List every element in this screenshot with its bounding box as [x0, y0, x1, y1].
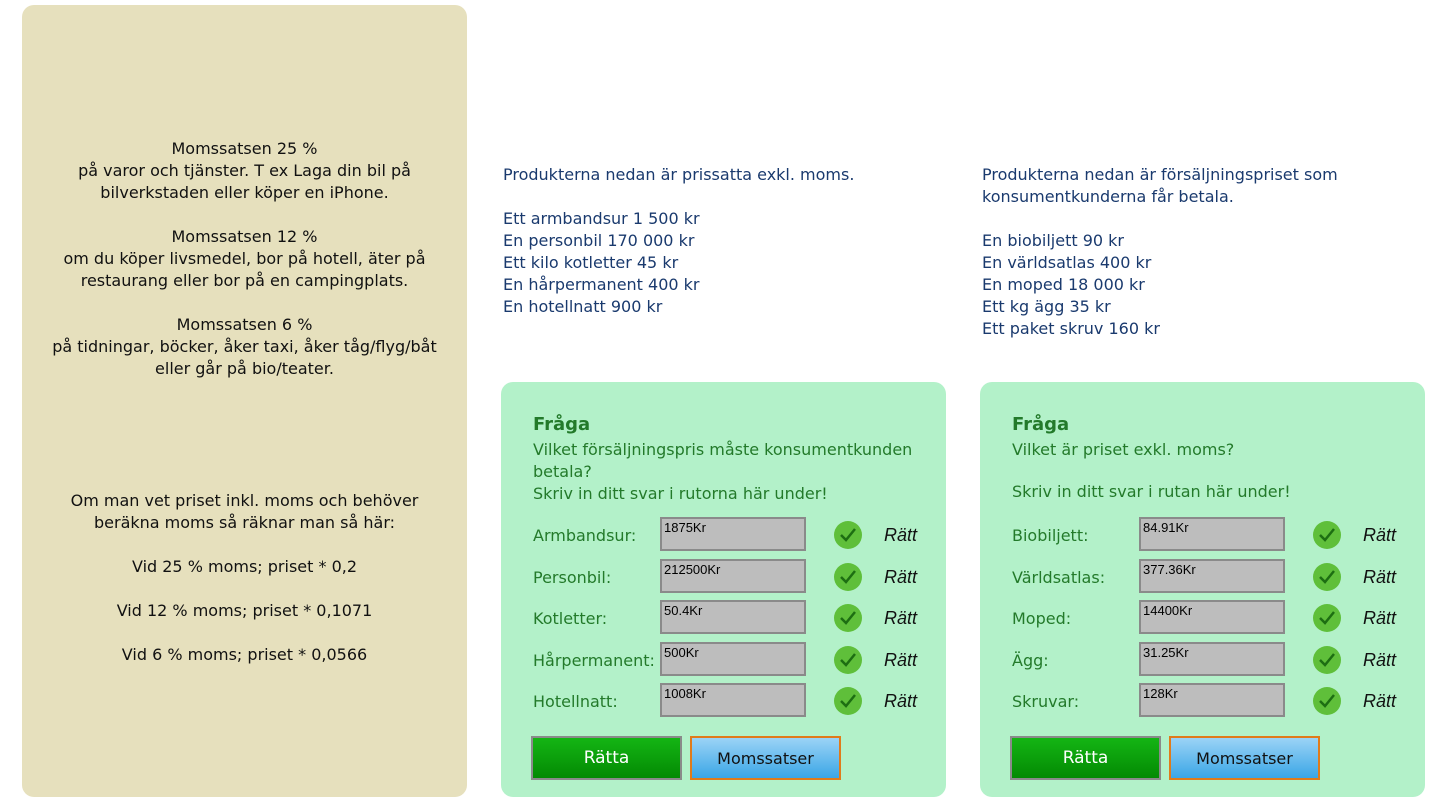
- product-item: En världsatlas 400 kr: [982, 253, 1152, 272]
- answer-result: Rätt: [884, 608, 918, 628]
- checkmark-icon: [834, 687, 862, 715]
- answer-label: Ägg:: [1012, 651, 1049, 670]
- vat-25-heading: Momssatsen 25 %: [171, 139, 318, 158]
- answer-label: Skruvar:: [1012, 692, 1080, 711]
- answer-label: Personbil:: [533, 568, 612, 587]
- vat-6-heading: Momssatsen 6 %: [176, 315, 313, 334]
- quiz-title: Fråga: [1012, 414, 1070, 435]
- vat-calc-6: Vid 6 % moms; priset * 0,0566: [121, 645, 368, 664]
- quiz-question-block: Vilket försäljningspris måste konsumentk…: [533, 439, 913, 505]
- answer-label: Kotletter:: [533, 609, 608, 628]
- answer-result: Rätt: [884, 650, 918, 670]
- quiz-question: Vilket är priset exkl. moms?: [1012, 440, 1235, 459]
- check-answers-button[interactable]: Rätta: [1010, 736, 1161, 780]
- quiz-panel-sales-price: Fråga Vilket försäljningspris måste kons…: [501, 382, 946, 797]
- product-item: En moped 18 000 kr: [982, 275, 1145, 294]
- answer-label: Hotellnatt:: [533, 692, 618, 711]
- answer-row: Kotletter: 50.4Kr Rätt: [501, 600, 946, 638]
- answer-result: Rätt: [1363, 650, 1397, 670]
- answer-input[interactable]: 84.91Kr: [1139, 517, 1285, 551]
- checkmark-icon: [1313, 521, 1341, 549]
- vat-6-block: Momssatsen 6 % på tidningar, böcker, åke…: [22, 314, 467, 380]
- checkmark-icon: [834, 604, 862, 632]
- check-answers-button[interactable]: Rätta: [531, 736, 682, 780]
- answer-input[interactable]: 50.4Kr: [660, 600, 806, 634]
- vat-25-desc-1: på varor och tjänster. T ex Laga din bil…: [78, 161, 411, 180]
- answer-row: Skruvar: 128Kr Rätt: [980, 683, 1425, 721]
- answer-result: Rätt: [1363, 567, 1397, 587]
- answer-input[interactable]: 14400Kr: [1139, 600, 1285, 634]
- answer-label: Moped:: [1012, 609, 1072, 628]
- answer-row: Moped: 14400Kr Rätt: [980, 600, 1425, 638]
- product-item: En personbil 170 000 kr: [503, 231, 695, 250]
- answer-row: Hotellnatt: 1008Kr Rätt: [501, 683, 946, 721]
- checkmark-icon: [1313, 646, 1341, 674]
- products-incl-vat-intro-2: konsumentkunderna får betala.: [982, 187, 1234, 206]
- product-item: Ett kg ägg 35 kr: [982, 297, 1111, 316]
- vat-calc-12: Vid 12 % moms; priset * 0,1071: [116, 601, 373, 620]
- answer-input[interactable]: 1875Kr: [660, 517, 806, 551]
- product-item: En hotellnatt 900 kr: [503, 297, 663, 316]
- vat-calc-intro-1: Om man vet priset inkl. moms och behöver: [70, 491, 419, 510]
- product-item: En biobiljett 90 kr: [982, 231, 1124, 250]
- answer-label: Hårpermanent:: [533, 651, 655, 670]
- quiz-instruction: Skriv in ditt svar i rutorna här under!: [533, 484, 828, 503]
- vat-rates-button[interactable]: Momssatser: [1169, 736, 1320, 780]
- answer-input[interactable]: 500Kr: [660, 642, 806, 676]
- checkmark-icon: [1313, 687, 1341, 715]
- answer-result: Rätt: [884, 567, 918, 587]
- answer-row: Ägg: 31.25Kr Rätt: [980, 642, 1425, 680]
- answer-input[interactable]: 31.25Kr: [1139, 642, 1285, 676]
- products-incl-vat-intro-1: Produkterna nedan är försäljningspriset …: [982, 165, 1338, 184]
- quiz-question-block: Vilket är priset exkl. moms? Skriv in di…: [1012, 439, 1392, 503]
- product-item: Ett kilo kotletter 45 kr: [503, 253, 679, 272]
- answer-result: Rätt: [1363, 608, 1397, 628]
- vat-25-block: Momssatsen 25 % på varor och tjänster. T…: [22, 138, 467, 204]
- product-item: En hårpermanent 400 kr: [503, 275, 700, 294]
- vat-12-block: Momssatsen 12 % om du köper livsmedel, b…: [22, 226, 467, 292]
- answer-input[interactable]: 212500Kr: [660, 559, 806, 593]
- answer-label: Armbandsur:: [533, 526, 637, 545]
- answer-label: Världsatlas:: [1012, 568, 1106, 587]
- answer-row: Hårpermanent: 500Kr Rätt: [501, 642, 946, 680]
- quiz-panel-excl-vat: Fråga Vilket är priset exkl. moms? Skriv…: [980, 382, 1425, 797]
- answer-input[interactable]: 377.36Kr: [1139, 559, 1285, 593]
- vat-6-desc-1: på tidningar, böcker, åker taxi, åker tå…: [52, 337, 437, 356]
- vat-12-desc-1: om du köper livsmedel, bor på hotell, ät…: [63, 249, 426, 268]
- vat-12-heading: Momssatsen 12 %: [171, 227, 318, 246]
- answer-result: Rätt: [884, 691, 918, 711]
- answer-row: Världsatlas: 377.36Kr Rätt: [980, 559, 1425, 597]
- answer-row: Biobiljett: 84.91Kr Rätt: [980, 517, 1425, 555]
- product-item: Ett paket skruv 160 kr: [982, 319, 1160, 338]
- checkmark-icon: [834, 521, 862, 549]
- checkmark-icon: [1313, 563, 1341, 591]
- answer-row: Personbil: 212500Kr Rätt: [501, 559, 946, 597]
- vat-25-desc-2: bilverkstaden eller köper en iPhone.: [100, 183, 389, 202]
- checkmark-icon: [834, 563, 862, 591]
- checkmark-icon: [1313, 604, 1341, 632]
- vat-6-desc-2: eller går på bio/teater.: [155, 359, 334, 378]
- vat-calc-intro-2: beräkna moms så räknar man så här:: [93, 513, 396, 532]
- vat-rates-button[interactable]: Momssatser: [690, 736, 841, 780]
- vat-calc-25: Vid 25 % moms; priset * 0,2: [131, 557, 358, 576]
- answer-label: Biobiljett:: [1012, 526, 1089, 545]
- quiz-question: Vilket försäljningspris måste konsumentk…: [533, 440, 913, 481]
- answer-result: Rätt: [884, 525, 918, 545]
- products-excl-vat: Produkterna nedan är prissatta exkl. mom…: [503, 164, 943, 318]
- vat-calc-block: Om man vet priset inkl. moms och behöver…: [22, 490, 467, 666]
- quiz-title: Fråga: [533, 414, 591, 435]
- answer-result: Rätt: [1363, 691, 1397, 711]
- product-item: Ett armbandsur 1 500 kr: [503, 209, 700, 228]
- products-excl-vat-intro: Produkterna nedan är prissatta exkl. mom…: [503, 165, 855, 184]
- quiz-instruction: Skriv in ditt svar i rutan här under!: [1012, 482, 1291, 501]
- answer-row: Armbandsur: 1875Kr Rätt: [501, 517, 946, 555]
- vat-12-desc-2: restaurang eller bor på en campingplats.: [80, 271, 409, 290]
- answer-result: Rätt: [1363, 525, 1397, 545]
- products-incl-vat: Produkterna nedan är försäljningspriset …: [982, 164, 1422, 340]
- answer-input[interactable]: 1008Kr: [660, 683, 806, 717]
- vat-info-panel: Momssatsen 25 % på varor och tjänster. T…: [22, 5, 467, 797]
- checkmark-icon: [834, 646, 862, 674]
- answer-input[interactable]: 128Kr: [1139, 683, 1285, 717]
